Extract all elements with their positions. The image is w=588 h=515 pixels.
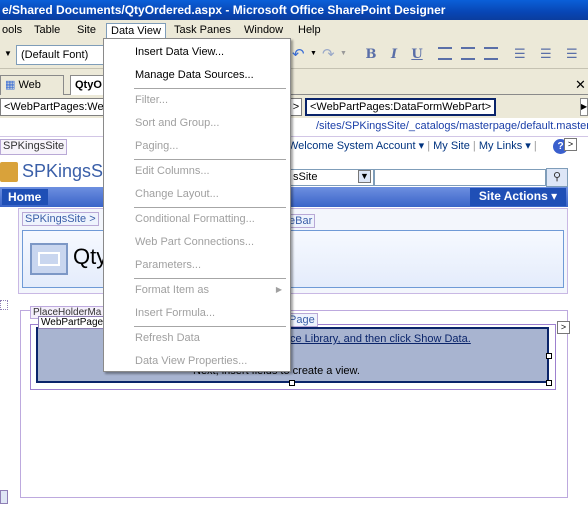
resize-handle-bottom-right[interactable] [546, 380, 552, 386]
menu-filter[interactable]: Filter... [104, 89, 290, 111]
site-logo-icon [0, 162, 18, 182]
menu-insert-formula[interactable]: Insert Formula... [104, 302, 290, 324]
underline-button[interactable]: U [408, 46, 426, 64]
data-view-menu: Insert Data View... Manage Data Sources.… [103, 38, 291, 372]
webpartpages-tag[interactable]: WebPartPage [38, 316, 107, 329]
menu-web-part-connections[interactable]: Web Part Connections... [104, 231, 290, 253]
menu-format-item-as[interactable]: Format Item as ▶ [104, 279, 290, 301]
tab-web-site[interactable]: ▦ Web Site [0, 75, 64, 109]
tag-scroll-right-icon[interactable]: ▶ [580, 98, 588, 116]
resize-handle-bottom[interactable] [289, 380, 295, 386]
search-scope-dropdown-icon[interactable]: ▼ [358, 170, 371, 183]
breadcrumb[interactable]: SPKingsSite > [22, 212, 99, 226]
menu-tools[interactable]: ools [0, 23, 26, 40]
website-icon: ▦ [5, 79, 19, 91]
align-right-icon[interactable] [484, 47, 498, 60]
data-source-library-link[interactable]: ce Library, and then click Show Data. [290, 333, 471, 345]
menu-parameters[interactable]: Parameters... [104, 254, 290, 276]
bold-button[interactable]: B [362, 46, 380, 64]
welcome-menu[interactable]: Welcome System Account ▾ | My Site | My … [288, 139, 537, 152]
menu-refresh-data[interactable]: Refresh Data [104, 327, 290, 349]
menu-insert-data-view[interactable]: Insert Data View... [104, 41, 290, 63]
resize-handle-right[interactable] [546, 353, 552, 359]
redo-icon[interactable]: ↷ [322, 45, 335, 63]
bullet-list-icon[interactable]: ☰ [540, 46, 552, 62]
site-title: SPKingsSi [22, 161, 108, 181]
site-label: SPKingsSite [0, 139, 68, 155]
style-dropdown-arrow-icon[interactable]: ▼ [4, 49, 12, 58]
indent-icon[interactable]: ☰ [566, 46, 578, 62]
window-title: e/Shared Documents/QtyOrdered.aspx - Mic… [0, 0, 588, 20]
nav-home[interactable]: Home [2, 189, 48, 205]
menu-change-layout[interactable]: Change Layout... [104, 183, 290, 205]
left-margin-marker [0, 300, 8, 310]
menu-data-view-properties[interactable]: Data View Properties... [104, 350, 290, 372]
menu-sort-and-group[interactable]: Sort and Group... [104, 112, 290, 134]
redo-dropdown-icon[interactable]: ▼ [340, 50, 347, 57]
italic-button[interactable]: I [385, 46, 403, 64]
font-name-box[interactable]: (Default Font) [16, 45, 104, 65]
my-site-link[interactable]: My Site [433, 140, 470, 152]
undo-dropdown-icon[interactable]: ▼ [310, 50, 317, 57]
tag-separator[interactable]: > [290, 98, 302, 116]
scroll-marker [0, 490, 8, 504]
tag-webpartpages-webpartzone[interactable]: <WebPartPages:Wel [0, 98, 106, 116]
tag-dataformwebpart[interactable]: <WebPartPages:DataFormWebPart> [305, 98, 497, 116]
undo-icon[interactable]: ↶ [292, 45, 305, 63]
menu-edit-columns[interactable]: Edit Columns... [104, 160, 290, 182]
common-tasks-arrow-icon[interactable]: > [557, 321, 570, 334]
tab-qtyordered[interactable]: QtyO [70, 75, 106, 95]
menu-manage-data-sources[interactable]: Manage Data Sources... [104, 64, 290, 86]
menu-site[interactable]: Site [73, 23, 100, 40]
search-icon[interactable]: ⚲ [546, 168, 568, 187]
my-links-menu[interactable]: My Links ▾ [479, 140, 531, 152]
close-document-icon[interactable]: ✕ [575, 77, 586, 93]
menu-help[interactable]: Help [294, 23, 325, 40]
menu-paging[interactable]: Paging... [104, 135, 290, 157]
menu-table[interactable]: Table [30, 23, 64, 40]
numbered-list-icon[interactable]: ☰ [514, 46, 526, 62]
site-actions-menu[interactable]: Site Actions ▾ [470, 188, 566, 206]
align-center-icon[interactable] [461, 47, 475, 60]
menu-bar: ools Table Site Data View Task Panes Win… [0, 20, 588, 41]
master-page-path: /sites/SPKingsSite/_catalogs/masterpage/… [316, 120, 588, 132]
page-image-icon [30, 243, 68, 275]
align-left-icon[interactable] [438, 47, 452, 60]
search-input[interactable] [374, 169, 546, 186]
menu-conditional-formatting[interactable]: Conditional Formatting... [104, 208, 290, 230]
submenu-arrow-icon: ▶ [275, 285, 282, 294]
chevron-right-icon[interactable]: > [564, 138, 577, 151]
